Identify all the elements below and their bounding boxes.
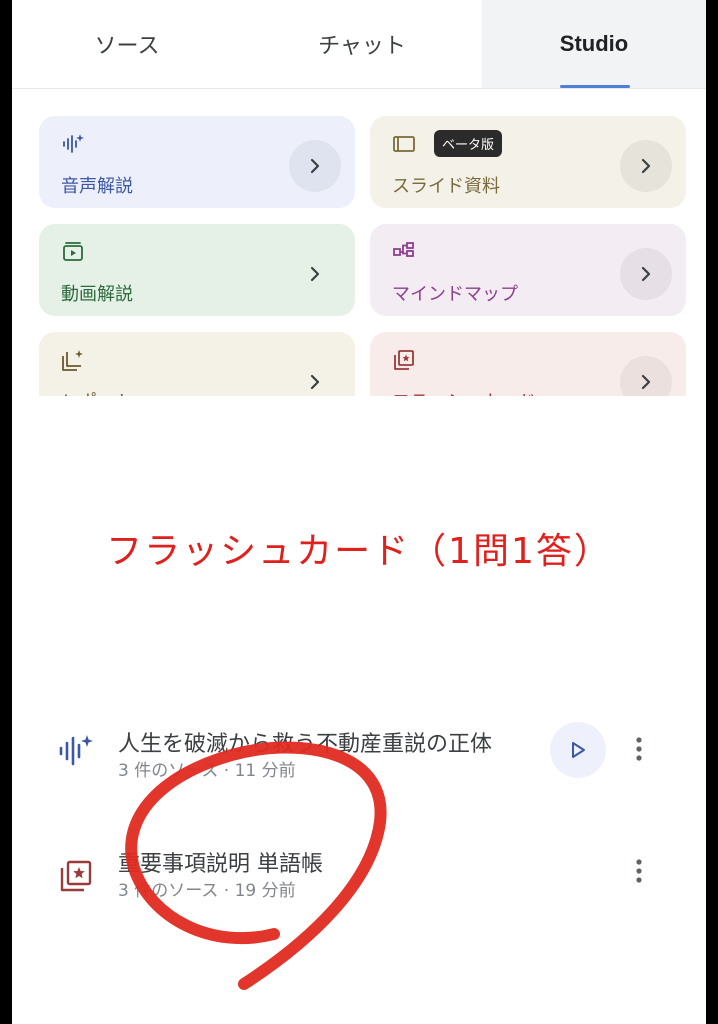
active-tab-indicator (560, 85, 630, 88)
play-icon (572, 742, 585, 758)
tool-card-video-overview[interactable]: 動画解説 (39, 224, 355, 316)
tool-card-mind-map[interactable]: マインドマップ (370, 224, 686, 316)
tab-studio[interactable]: Studio (482, 0, 706, 88)
audio-waveform-icon (63, 134, 84, 153)
output-title: 人生を破滅から救う不動産重説の正体 (118, 732, 493, 757)
more-vert-icon[interactable] (624, 734, 654, 764)
open-arrow-button[interactable] (620, 248, 672, 300)
open-arrow-button[interactable] (620, 140, 672, 192)
chevron-right-icon (310, 266, 320, 282)
tool-label: マインドマップ (392, 284, 518, 305)
tab-sources[interactable]: ソース (12, 0, 242, 88)
play-button[interactable] (550, 722, 606, 778)
output-title: 重要事項説明 単語帳 (118, 852, 323, 877)
tool-label: 動画解説 (61, 284, 133, 305)
report-icon (62, 350, 83, 371)
tab-chat[interactable]: チャット (242, 0, 482, 88)
flashcard-icon (394, 350, 414, 370)
output-meta: 3 件のソース · 11 分前 (118, 761, 296, 781)
annotation-caption: フラッシュカード（1問1答） (106, 531, 612, 572)
chevron-right-icon (310, 158, 320, 174)
tool-label: 音声解説 (61, 176, 133, 197)
tool-label: スライド資料 (392, 176, 500, 197)
chevron-right-icon (310, 374, 320, 390)
output-meta: 3 件のソース · 19 分前 (118, 881, 296, 901)
chevron-right-icon (641, 374, 651, 390)
output-item[interactable]: 重要事項説明 単語帳 3 件のソース · 19 分前 (12, 830, 706, 920)
audio-waveform-icon (59, 735, 93, 766)
chevron-right-icon (641, 266, 651, 282)
open-arrow-button[interactable] (289, 140, 341, 192)
tool-card-slides[interactable]: ベータ版 スライド資料 (370, 116, 686, 208)
tab-bar: ソース チャット Studio (12, 0, 706, 89)
open-arrow-button[interactable] (289, 248, 341, 300)
video-icon (63, 242, 83, 261)
output-item[interactable]: 人生を破滅から救う不動産重説の正体 3 件のソース · 11 分前 (12, 710, 706, 800)
mind-map-icon (393, 242, 414, 257)
slides-icon (393, 136, 415, 152)
tool-card-audio-overview[interactable]: 音声解説 (39, 116, 355, 208)
beta-badge: ベータ版 (434, 130, 503, 157)
studio-panel: ソース チャット Studio 音声解説 ベータ版 スライド資料 動画解説 マイ… (12, 0, 706, 1024)
flashcard-icon (60, 860, 92, 892)
chevron-right-icon (641, 158, 651, 174)
more-vert-icon[interactable] (624, 856, 654, 886)
